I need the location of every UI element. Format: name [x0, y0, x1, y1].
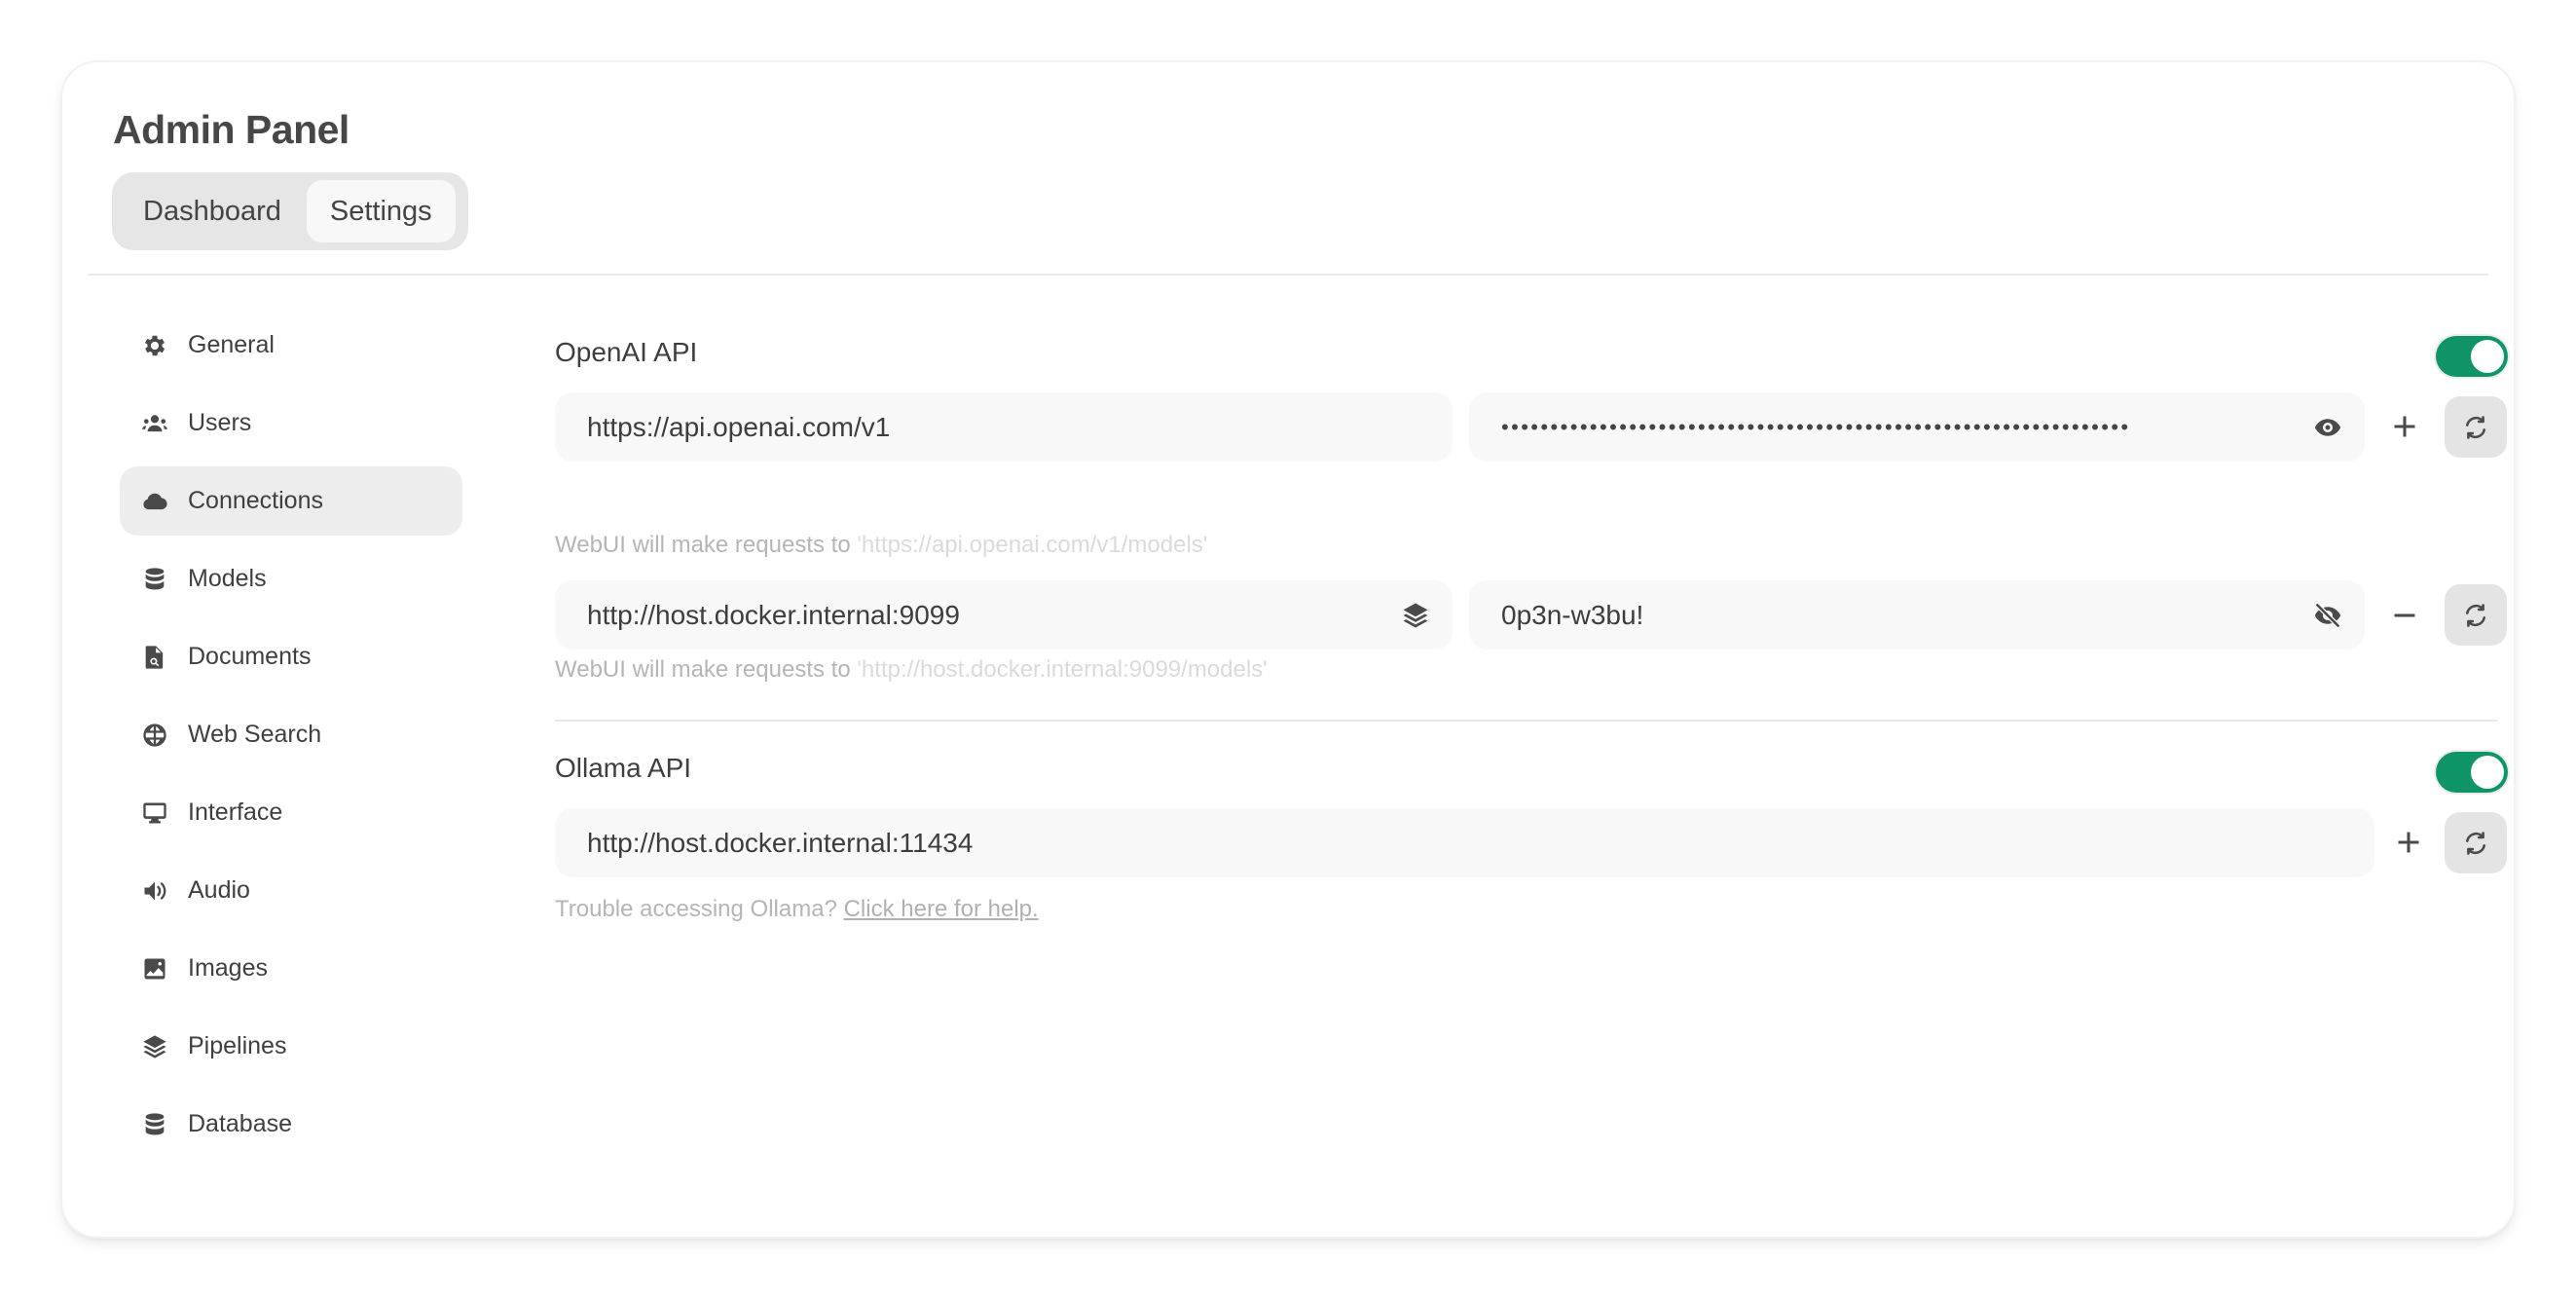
- openai-api-label: OpenAI API: [555, 337, 698, 367]
- help-prefix: Trouble accessing Ollama?: [555, 896, 837, 922]
- sidebar-item-label: Pipelines: [188, 1032, 287, 1059]
- openai-url-value: https://api.openai.com/v1: [587, 411, 891, 442]
- sidebar-item-documents[interactable]: Documents: [120, 622, 462, 691]
- refresh-icon: [2465, 415, 2486, 439]
- openai-url-input-2[interactable]: http://host.docker.internal:9099: [555, 580, 1453, 650]
- database-icon: [141, 566, 168, 593]
- ollama-api-label: Ollama API: [555, 753, 692, 783]
- ollama-url-input[interactable]: http://host.docker.internal:11434: [555, 808, 2374, 877]
- openai-helper-text-1: WebUI will make requests to 'https://api…: [555, 532, 1207, 559]
- openai-url-input-1[interactable]: https://api.openai.com/v1: [555, 392, 1453, 462]
- sidebar-item-interface[interactable]: Interface: [120, 778, 462, 847]
- toggle-knob: [2471, 340, 2504, 373]
- speaker-icon: [141, 877, 168, 905]
- header-divider: [88, 274, 2488, 276]
- cloud-icon: [141, 488, 168, 515]
- sidebar-item-web-search[interactable]: Web Search: [120, 700, 462, 769]
- helper-url: 'https://api.openai.com/v1/models': [857, 532, 1208, 558]
- helper-prefix: WebUI will make requests to: [555, 656, 851, 683]
- verify-connection-button-2[interactable]: [2445, 584, 2507, 646]
- sidebar-item-models[interactable]: Models: [120, 544, 462, 613]
- helper-prefix: WebUI will make requests to: [555, 532, 851, 558]
- add-connection-button[interactable]: [2387, 409, 2422, 444]
- sidebar-item-audio[interactable]: Audio: [120, 856, 462, 925]
- toggle-knob: [2471, 756, 2504, 789]
- sidebar-item-connections[interactable]: Connections: [120, 466, 462, 536]
- section-divider: [555, 720, 2497, 722]
- plus-icon: [2394, 416, 2415, 437]
- sidebar-item-label: General: [188, 331, 275, 358]
- sidebar-item-images[interactable]: Images: [120, 934, 462, 1003]
- plus-icon: [2398, 832, 2419, 853]
- add-ollama-connection-button[interactable]: [2391, 825, 2426, 860]
- openai-key-input-1[interactable]: ••••••••••••••••••••••••••••••••••••••••…: [1469, 392, 2365, 462]
- settings-sidebar: General Users Connections Models Documen…: [120, 311, 462, 1168]
- image-icon: [141, 955, 168, 983]
- openai-key-masked: ••••••••••••••••••••••••••••••••••••••••…: [1501, 414, 2131, 439]
- helper-url: 'http://host.docker.internal:9099/models…: [857, 656, 1268, 683]
- openai-key-input-2[interactable]: 0p3n-w3bu!: [1469, 580, 2365, 650]
- sidebar-item-label: Documents: [188, 643, 312, 670]
- sidebar-item-label: Connections: [188, 487, 323, 514]
- users-icon: [141, 410, 168, 437]
- document-search-icon: [141, 644, 168, 671]
- refresh-icon: [2465, 603, 2486, 627]
- top-tabs: Dashboard Settings: [112, 172, 468, 250]
- page-title: Admin Panel: [113, 107, 350, 152]
- ollama-help-link[interactable]: Click here for help.: [844, 896, 1039, 922]
- tab-settings[interactable]: Settings: [306, 180, 456, 242]
- ollama-help-text: Trouble accessing Ollama? Click here for…: [555, 896, 1039, 923]
- database-icon: [141, 1111, 168, 1138]
- ollama-url-value: http://host.docker.internal:11434: [587, 827, 974, 858]
- layers-icon: [141, 1033, 168, 1060]
- sidebar-item-users[interactable]: Users: [120, 389, 462, 458]
- sidebar-item-general[interactable]: General: [120, 311, 462, 380]
- remove-connection-button[interactable]: [2387, 598, 2422, 633]
- refresh-icon: [2465, 831, 2486, 855]
- sidebar-item-label: Images: [188, 954, 268, 982]
- sidebar-item-database[interactable]: Database: [120, 1090, 462, 1159]
- openai-url-value: http://host.docker.internal:9099: [587, 599, 960, 630]
- sidebar-item-label: Database: [188, 1110, 293, 1137]
- monitor-icon: [141, 799, 168, 827]
- sidebar-item-label: Web Search: [188, 721, 322, 748]
- verify-connection-button-1[interactable]: [2445, 396, 2507, 458]
- admin-panel-card: Admin Panel Dashboard Settings General U…: [62, 62, 2514, 1237]
- openai-key-value: 0p3n-w3bu!: [1501, 599, 1644, 630]
- openai-api-toggle[interactable]: [2436, 336, 2508, 377]
- tab-dashboard[interactable]: Dashboard: [120, 180, 303, 242]
- sidebar-item-pipelines[interactable]: Pipelines: [120, 1012, 462, 1081]
- sidebar-item-label: Audio: [188, 876, 250, 904]
- globe-icon: [141, 722, 168, 749]
- eye-icon[interactable]: [2312, 412, 2343, 443]
- sidebar-item-label: Interface: [188, 798, 283, 826]
- eye-slash-icon[interactable]: [2312, 600, 2343, 631]
- sidebar-item-label: Models: [188, 565, 267, 592]
- openai-helper-text-2: WebUI will make requests to 'http://host…: [555, 656, 1268, 684]
- sidebar-item-label: Users: [188, 409, 252, 436]
- gear-icon: [141, 332, 168, 359]
- verify-ollama-button[interactable]: [2445, 812, 2507, 873]
- minus-icon: [2394, 613, 2415, 617]
- pipelines-layers-icon: [1400, 600, 1431, 631]
- ollama-api-toggle[interactable]: [2436, 752, 2508, 793]
